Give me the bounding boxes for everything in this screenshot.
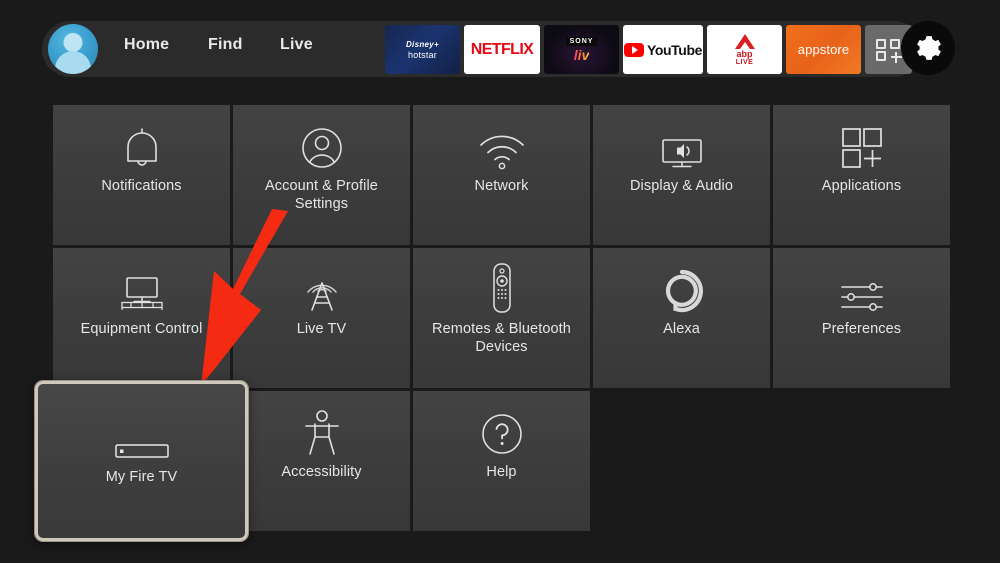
wifi-icon [477,105,527,177]
settings-tile-label: Account & Profile Settings [265,178,378,212]
apps-grid-plus-icon [875,38,902,63]
sony-liv-app[interactable]: SONY liv [544,25,619,74]
avatar[interactable] [48,24,98,74]
avatar-head [63,32,83,52]
remote-control-icon [489,248,515,320]
settings-tile-preferences[interactable]: Preferences [773,248,950,388]
settings-tile-label: Help [486,464,517,480]
app-shortcuts: Disney+ hotstar NETFLIX SONY liv YouTube… [385,25,912,74]
settings-tile-label: Equipment Control [80,321,203,337]
youtube-app[interactable]: YouTube [623,25,703,74]
abp-live-app[interactable]: abp LIVE [707,25,782,74]
abp-label: abp [736,48,753,59]
settings-row-1: Notifications Account & Profile Settings [53,105,950,245]
settings-tile-live-tv[interactable]: Live TV [233,248,410,388]
settings-tile-display-audio[interactable]: Display & Audio [593,105,770,245]
settings-tile-label: Live TV [296,321,347,337]
gear-icon [917,36,941,60]
settings-tile-equipment-control[interactable]: Equipment Control [53,248,230,388]
liv-label: liv [573,46,590,63]
settings-tile-account-profile[interactable]: Account & Profile Settings [233,105,410,245]
tv-stand-icon [117,248,167,320]
settings-tile-label: Remotes & Bluetooth Devices [432,321,571,355]
youtube-play-icon [623,42,644,57]
settings-tile-notifications[interactable]: Notifications [53,105,230,245]
settings-tile-label: Preferences [821,321,902,337]
disney-plus-hotstar-app[interactable]: Disney+ hotstar [385,25,460,74]
settings-row-3: My Fire TV Accessibility Help [35,381,950,541]
fire-tv-settings-screen: Home Find Live Disney+ hotstar NETFLIX S… [0,0,1000,563]
netflix-app[interactable]: NETFLIX [464,25,540,74]
settings-tile-label: Network [474,178,529,194]
settings-tile-label: Notifications [101,178,182,194]
nav-item-find[interactable]: Find [208,36,280,54]
settings-tile-label: Applications [821,178,902,194]
avatar-body [55,51,91,74]
settings-gear-button[interactable] [901,21,955,75]
hotstar-line2: hotstar [408,49,437,60]
antenna-tower-icon [299,248,345,320]
bell-icon [120,105,164,177]
sony-label: SONY [565,36,598,46]
settings-tile-label: Accessibility [281,464,362,480]
settings-tile-network[interactable]: Network [413,105,590,245]
fire-tv-stick-icon [114,384,170,468]
accessibility-person-icon [301,391,343,463]
nav-item-live[interactable]: Live [280,36,340,54]
settings-tile-my-fire-tv[interactable]: My Fire TV [35,381,248,541]
hotstar-line1: Disney+ [405,39,439,49]
settings-tile-grid: Notifications Account & Profile Settings [35,105,950,541]
abp-chevron-icon [734,33,755,49]
settings-tile-label: Alexa [663,321,700,337]
sliders-icon [838,248,886,320]
settings-tile-remotes-bluetooth[interactable]: Remotes & Bluetooth Devices [413,248,590,388]
tv-speaker-icon [658,105,706,177]
settings-tile-alexa[interactable]: Alexa [593,248,770,388]
settings-tile-label: My Fire TV [105,469,178,485]
appstore-app[interactable]: appstore [786,25,861,74]
youtube-label: YouTube [646,41,702,58]
netflix-label: NETFLIX [470,40,534,58]
question-circle-icon [479,391,525,463]
person-circle-icon [299,105,345,177]
abp-live-label: LIVE [735,58,754,66]
nav-item-home[interactable]: Home [124,36,208,54]
alexa-ring-icon [659,248,705,320]
settings-tile-help[interactable]: Help [413,391,590,531]
nav-links: Home Find Live [124,36,340,54]
settings-tile-label: Display & Audio [629,178,734,194]
apps-grid-plus-icon [839,105,885,177]
settings-row-2: Equipment Control Live TV Remotes & Blue… [53,248,950,388]
appstore-label: appstore [797,42,850,57]
settings-tile-accessibility[interactable]: Accessibility [233,391,410,531]
settings-tile-applications[interactable]: Applications [773,105,950,245]
